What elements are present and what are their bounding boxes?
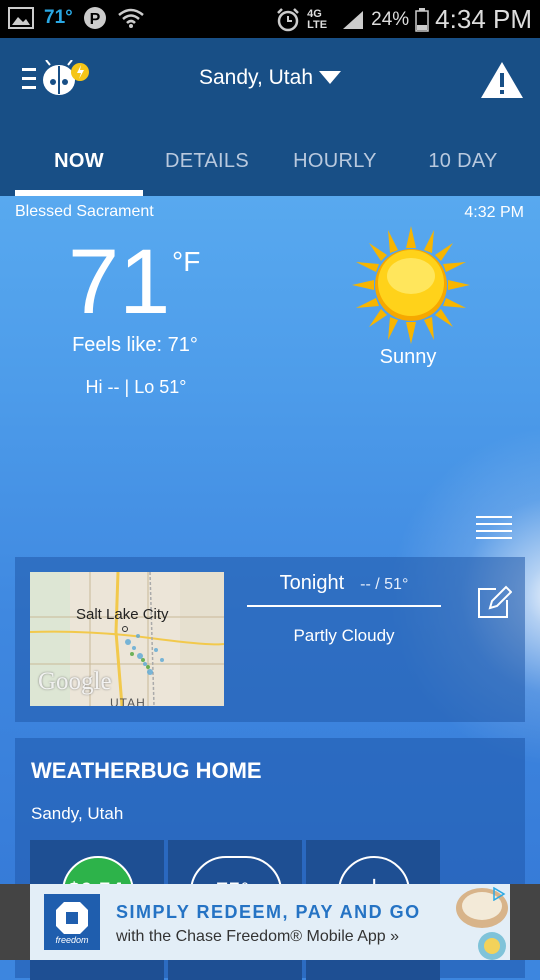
status-time: 4:34 PM [435, 4, 532, 34]
tonight-forecast: Tonight -- / 51° [247, 572, 441, 595]
gallery-icon [8, 7, 34, 29]
wifi-icon [117, 8, 144, 28]
tab-details[interactable]: DETAILS [143, 140, 271, 196]
map-google-logo: Google [38, 668, 112, 695]
ad-banner[interactable]: freedom SIMPLY REDEEM, PAY AND GO with t… [0, 884, 540, 960]
temperature-unit[interactable]: °F [172, 246, 200, 278]
signal-icon [343, 10, 364, 29]
tonight-temp: -- / 51° [360, 576, 409, 593]
tonight-title: Tonight [279, 572, 345, 594]
list-icon[interactable] [476, 514, 512, 540]
alarm-icon [277, 7, 300, 31]
ad-content[interactable]: freedom SIMPLY REDEEM, PAY AND GO with t… [30, 884, 510, 960]
alert-icon[interactable] [480, 60, 524, 100]
sun-icon [352, 226, 470, 344]
edit-icon[interactable] [476, 584, 512, 620]
battery-percent: 24% [371, 8, 410, 30]
ad-brand: freedom [55, 935, 89, 945]
tab-10-day[interactable]: 10 DAY [399, 140, 527, 196]
location-selector[interactable]: Sandy, Utah [0, 66, 540, 90]
pinterest-icon: P [83, 7, 106, 29]
hi-lo: Hi -- | Lo 51° [85, 377, 187, 397]
tab-bar: NOW DETAILS HOURLY 10 DAY [0, 140, 540, 196]
ad-choices-icon[interactable] [492, 887, 506, 901]
tonight-divider [247, 605, 441, 607]
tonight-condition: Partly Cloudy [293, 626, 395, 645]
ad-subline: with the Chase Freedom® Mobile App » [116, 928, 400, 945]
chevron-down-icon [319, 71, 341, 84]
battery-icon [415, 7, 429, 32]
ad-headline: SIMPLY REDEEM, PAY AND GO [116, 902, 421, 922]
home-card-title: WEATHERBUG HOME [31, 758, 262, 783]
svg-text:P: P [89, 11, 100, 28]
location-name: Sandy, Utah [198, 66, 313, 89]
tab-hourly[interactable]: HOURLY [271, 140, 399, 196]
current-temperature: 71 [68, 231, 171, 333]
radar-map[interactable]: Salt Lake City Google UTAH [30, 572, 224, 706]
status-temp: 71° [44, 7, 73, 28]
map-state-label: UTAH [110, 696, 146, 706]
network-type: 4G LTE [307, 7, 328, 31]
map-city-label: Salt Lake City [76, 606, 169, 623]
feels-like: Feels like: 71° [72, 334, 198, 356]
condition-label: Sunny [379, 346, 437, 368]
home-card-location: Sandy, Utah [31, 804, 124, 823]
status-bar: 71° P 4G LTE 24% 4:34 PM [0, 0, 540, 38]
tab-now[interactable]: NOW [15, 140, 143, 196]
chase-logo: freedom [44, 894, 100, 950]
observation-time: 4:32 PM [464, 204, 524, 221]
station-name[interactable]: Blessed Sacrament [15, 203, 154, 221]
